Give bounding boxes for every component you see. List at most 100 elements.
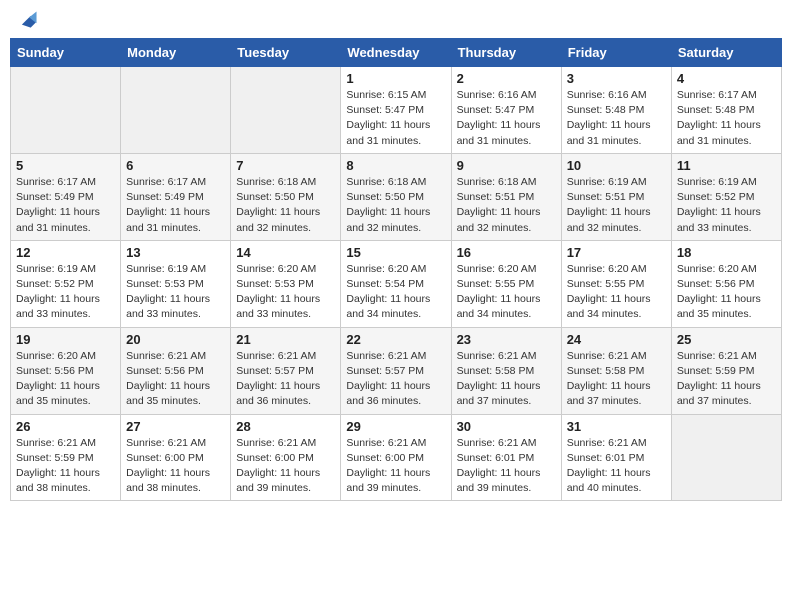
- logo: [14, 10, 38, 32]
- day-number: 26: [16, 419, 115, 434]
- calendar-cell: 30 Sunrise: 6:21 AM Sunset: 6:01 PM Dayli…: [451, 414, 561, 501]
- day-info: Sunrise: 6:15 AM Sunset: 5:47 PM Dayligh…: [346, 88, 445, 149]
- day-info: Sunrise: 6:17 AM Sunset: 5:48 PM Dayligh…: [677, 88, 776, 149]
- calendar-week-row: 19 Sunrise: 6:20 AM Sunset: 5:56 PM Dayli…: [11, 327, 782, 414]
- day-info: Sunrise: 6:21 AM Sunset: 6:01 PM Dayligh…: [457, 436, 556, 497]
- day-number: 1: [346, 71, 445, 86]
- day-info: Sunrise: 6:20 AM Sunset: 5:53 PM Dayligh…: [236, 262, 335, 323]
- day-number: 14: [236, 245, 335, 260]
- calendar-cell: 5 Sunrise: 6:17 AM Sunset: 5:49 PM Daylig…: [11, 153, 121, 240]
- day-number: 5: [16, 158, 115, 173]
- day-info: Sunrise: 6:17 AM Sunset: 5:49 PM Dayligh…: [126, 175, 225, 236]
- calendar-cell: 25 Sunrise: 6:21 AM Sunset: 5:59 PM Dayli…: [671, 327, 781, 414]
- day-header-sunday: Sunday: [11, 39, 121, 67]
- day-info: Sunrise: 6:21 AM Sunset: 6:00 PM Dayligh…: [346, 436, 445, 497]
- day-info: Sunrise: 6:21 AM Sunset: 5:57 PM Dayligh…: [346, 349, 445, 410]
- calendar-cell: 23Sunrise: 6:21 AM Sunset: 5:58 PM Dayli…: [451, 327, 561, 414]
- day-header-friday: Friday: [561, 39, 671, 67]
- day-number: 10: [567, 158, 666, 173]
- day-header-tuesday: Tuesday: [231, 39, 341, 67]
- day-info: Sunrise: 6:21 AM Sunset: 6:00 PM Dayligh…: [236, 436, 335, 497]
- day-info: Sunrise: 6:21 AM Sunset: 5:58 PM Dayligh…: [567, 349, 666, 410]
- day-number: 13: [126, 245, 225, 260]
- day-number: 27: [126, 419, 225, 434]
- calendar-cell: 2Sunrise: 6:16 AM Sunset: 5:47 PM Daylig…: [451, 67, 561, 154]
- day-info: Sunrise: 6:21 AM Sunset: 5:59 PM Dayligh…: [16, 436, 115, 497]
- calendar-week-row: 1 Sunrise: 6:15 AM Sunset: 5:47 PM Daylig…: [11, 67, 782, 154]
- calendar-cell: 18 Sunrise: 6:20 AM Sunset: 5:56 PM Dayli…: [671, 240, 781, 327]
- day-info: Sunrise: 6:17 AM Sunset: 5:49 PM Dayligh…: [16, 175, 115, 236]
- calendar-cell: [231, 67, 341, 154]
- calendar-cell: 13 Sunrise: 6:19 AM Sunset: 5:53 PM Dayli…: [121, 240, 231, 327]
- day-number: 2: [457, 71, 556, 86]
- day-number: 11: [677, 158, 776, 173]
- day-number: 19: [16, 332, 115, 347]
- calendar-cell: [121, 67, 231, 154]
- calendar-week-row: 5 Sunrise: 6:17 AM Sunset: 5:49 PM Daylig…: [11, 153, 782, 240]
- calendar-cell: 17 Sunrise: 6:20 AM Sunset: 5:55 PM Dayli…: [561, 240, 671, 327]
- calendar-cell: 26 Sunrise: 6:21 AM Sunset: 5:59 PM Dayli…: [11, 414, 121, 501]
- calendar-cell: 8 Sunrise: 6:18 AM Sunset: 5:50 PM Daylig…: [341, 153, 451, 240]
- day-info: Sunrise: 6:21 AM Sunset: 5:59 PM Dayligh…: [677, 349, 776, 410]
- day-number: 15: [346, 245, 445, 260]
- day-header-thursday: Thursday: [451, 39, 561, 67]
- day-info: Sunrise: 6:19 AM Sunset: 5:52 PM Dayligh…: [677, 175, 776, 236]
- day-info: Sunrise: 6:20 AM Sunset: 5:55 PM Dayligh…: [457, 262, 556, 323]
- day-info: Sunrise: 6:20 AM Sunset: 5:54 PM Dayligh…: [346, 262, 445, 323]
- day-info: Sunrise: 6:20 AM Sunset: 5:56 PM Dayligh…: [16, 349, 115, 410]
- calendar-cell: 31Sunrise: 6:21 AM Sunset: 6:01 PM Dayli…: [561, 414, 671, 501]
- calendar-cell: 6 Sunrise: 6:17 AM Sunset: 5:49 PM Daylig…: [121, 153, 231, 240]
- day-number: 30: [457, 419, 556, 434]
- calendar-table: SundayMondayTuesdayWednesdayThursdayFrid…: [10, 38, 782, 501]
- day-number: 25: [677, 332, 776, 347]
- page-header: [10, 10, 782, 32]
- day-number: 8: [346, 158, 445, 173]
- day-number: 17: [567, 245, 666, 260]
- calendar-week-row: 26 Sunrise: 6:21 AM Sunset: 5:59 PM Dayli…: [11, 414, 782, 501]
- calendar-cell: 22 Sunrise: 6:21 AM Sunset: 5:57 PM Dayli…: [341, 327, 451, 414]
- calendar-cell: 7 Sunrise: 6:18 AM Sunset: 5:50 PM Daylig…: [231, 153, 341, 240]
- calendar-cell: 21Sunrise: 6:21 AM Sunset: 5:57 PM Dayli…: [231, 327, 341, 414]
- day-number: 31: [567, 419, 666, 434]
- day-number: 22: [346, 332, 445, 347]
- day-number: 20: [126, 332, 225, 347]
- calendar-cell: 11 Sunrise: 6:19 AM Sunset: 5:52 PM Dayli…: [671, 153, 781, 240]
- day-number: 28: [236, 419, 335, 434]
- calendar-cell: 24 Sunrise: 6:21 AM Sunset: 5:58 PM Dayli…: [561, 327, 671, 414]
- day-info: Sunrise: 6:21 AM Sunset: 5:57 PM Dayligh…: [236, 349, 335, 410]
- calendar-cell: 15 Sunrise: 6:20 AM Sunset: 5:54 PM Dayli…: [341, 240, 451, 327]
- calendar-cell: 4 Sunrise: 6:17 AM Sunset: 5:48 PM Daylig…: [671, 67, 781, 154]
- day-info: Sunrise: 6:19 AM Sunset: 5:51 PM Dayligh…: [567, 175, 666, 236]
- calendar-cell: 12Sunrise: 6:19 AM Sunset: 5:52 PM Dayli…: [11, 240, 121, 327]
- day-info: Sunrise: 6:21 AM Sunset: 5:58 PM Dayligh…: [457, 349, 556, 410]
- calendar-cell: 20 Sunrise: 6:21 AM Sunset: 5:56 PM Dayli…: [121, 327, 231, 414]
- day-info: Sunrise: 6:18 AM Sunset: 5:50 PM Dayligh…: [236, 175, 335, 236]
- calendar-cell: 14 Sunrise: 6:20 AM Sunset: 5:53 PM Dayli…: [231, 240, 341, 327]
- calendar-cell: 27 Sunrise: 6:21 AM Sunset: 6:00 PM Dayli…: [121, 414, 231, 501]
- day-info: Sunrise: 6:21 AM Sunset: 6:00 PM Dayligh…: [126, 436, 225, 497]
- day-number: 18: [677, 245, 776, 260]
- day-info: Sunrise: 6:20 AM Sunset: 5:55 PM Dayligh…: [567, 262, 666, 323]
- calendar-cell: [11, 67, 121, 154]
- day-info: Sunrise: 6:20 AM Sunset: 5:56 PM Dayligh…: [677, 262, 776, 323]
- day-number: 24: [567, 332, 666, 347]
- day-number: 7: [236, 158, 335, 173]
- day-info: Sunrise: 6:19 AM Sunset: 5:53 PM Dayligh…: [126, 262, 225, 323]
- day-info: Sunrise: 6:18 AM Sunset: 5:50 PM Dayligh…: [346, 175, 445, 236]
- day-number: 9: [457, 158, 556, 173]
- day-header-saturday: Saturday: [671, 39, 781, 67]
- calendar-cell: 29Sunrise: 6:21 AM Sunset: 6:00 PM Dayli…: [341, 414, 451, 501]
- day-header-wednesday: Wednesday: [341, 39, 451, 67]
- day-number: 6: [126, 158, 225, 173]
- calendar-cell: 10 Sunrise: 6:19 AM Sunset: 5:51 PM Dayli…: [561, 153, 671, 240]
- logo-icon: [16, 10, 38, 32]
- day-number: 16: [457, 245, 556, 260]
- day-number: 4: [677, 71, 776, 86]
- day-info: Sunrise: 6:21 AM Sunset: 5:56 PM Dayligh…: [126, 349, 225, 410]
- calendar-header-row: SundayMondayTuesdayWednesdayThursdayFrid…: [11, 39, 782, 67]
- calendar-cell: 19 Sunrise: 6:20 AM Sunset: 5:56 PM Dayli…: [11, 327, 121, 414]
- calendar-cell: 28 Sunrise: 6:21 AM Sunset: 6:00 PM Dayli…: [231, 414, 341, 501]
- calendar-cell: [671, 414, 781, 501]
- calendar-cell: 16 Sunrise: 6:20 AM Sunset: 5:55 PM Dayli…: [451, 240, 561, 327]
- calendar-cell: 9Sunrise: 6:18 AM Sunset: 5:51 PM Daylig…: [451, 153, 561, 240]
